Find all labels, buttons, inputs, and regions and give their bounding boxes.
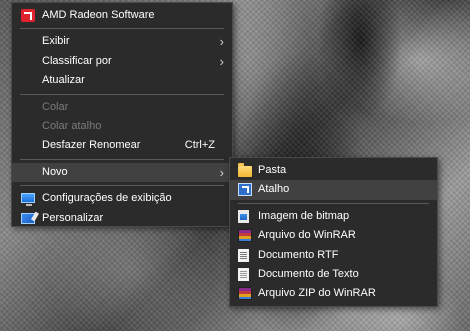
menu-item-classificar-por[interactable]: Classificar por ›: [12, 52, 232, 71]
submenu-item-pasta[interactable]: Pasta: [230, 161, 437, 180]
menu-item-label: Configurações de exibição: [42, 192, 172, 205]
menu-item-configuracoes-de-exibicao[interactable]: Configurações de exibição: [12, 189, 232, 208]
menu-item-colar: Colar: [12, 98, 232, 117]
menu-item-label: Arquivo do WinRAR: [258, 229, 356, 242]
menu-item-label: Colar atalho: [42, 119, 102, 132]
submenu-item-documento-de-texto[interactable]: Documento de Texto: [230, 265, 437, 284]
menu-item-label: Pasta: [258, 164, 287, 176]
folder-icon: [238, 163, 252, 177]
desktop-wallpaper[interactable]: AMD Radeon Software Exibir › Classificar…: [0, 0, 470, 331]
novo-submenu: Pasta Atalho Imagem de bitmap Arquivo do…: [229, 157, 438, 307]
chevron-right-icon: ›: [219, 164, 224, 180]
menu-item-label: Imagem de bitmap: [258, 209, 350, 222]
menu-item-atualizar[interactable]: Atualizar: [12, 71, 232, 90]
menu-item-label: Atalho: [258, 183, 290, 196]
menu-item-label: Documento de Texto: [258, 267, 359, 280]
keyboard-shortcut: Ctrl+Z: [184, 139, 215, 152]
menu-item-label: Desfazer Renomear: [42, 139, 141, 152]
chevron-right-icon: ›: [219, 34, 224, 50]
submenu-item-documento-rtf[interactable]: Documento RTF: [230, 246, 437, 265]
submenu-item-atalho[interactable]: Atalho: [230, 180, 437, 200]
menu-item-label: AMD Radeon Software: [42, 9, 155, 21]
submenu-item-arquivo-do-winrar[interactable]: Arquivo do WinRAR: [230, 226, 437, 245]
menu-item-label: Documento RTF: [258, 248, 339, 261]
text-document-icon: [238, 267, 249, 281]
menu-separator: [20, 28, 224, 30]
menu-separator: [238, 202, 429, 204]
rtf-document-icon: [238, 248, 249, 262]
menu-item-label: Arquivo ZIP do WinRAR: [258, 287, 376, 300]
display-settings-icon: [21, 193, 35, 207]
personalize-icon: [21, 212, 35, 224]
menu-item-desfazer-renomear[interactable]: Desfazer Renomear Ctrl+Z: [12, 136, 232, 155]
menu-item-personalizar[interactable]: Personalizar: [12, 209, 232, 228]
menu-item-label: Novo: [42, 165, 68, 178]
menu-item-label: Atualizar: [42, 74, 85, 87]
menu-item-label: Classificar por: [42, 54, 112, 67]
submenu-item-imagem-de-bitmap[interactable]: Imagem de bitmap: [230, 207, 437, 226]
menu-item-novo[interactable]: Novo ›: [12, 162, 232, 183]
menu-separator: [20, 93, 224, 95]
chevron-right-icon: ›: [219, 53, 224, 69]
menu-item-label: Colar: [42, 100, 69, 113]
menu-item-exibir[interactable]: Exibir ›: [12, 32, 232, 51]
winrar-zip-icon: [238, 287, 252, 301]
winrar-icon: [238, 229, 252, 243]
menu-item-label: Exibir: [42, 35, 70, 48]
submenu-item-arquivo-zip-do-winrar[interactable]: Arquivo ZIP do WinRAR: [230, 284, 437, 303]
desktop-context-menu: AMD Radeon Software Exibir › Classificar…: [11, 2, 233, 227]
amd-icon: [21, 9, 35, 22]
menu-separator: [20, 185, 224, 187]
shortcut-icon: [238, 183, 252, 197]
menu-item-colar-atalho: Colar atalho: [12, 117, 232, 136]
bitmap-icon: [238, 209, 249, 223]
menu-item-amd-radeon-software[interactable]: AMD Radeon Software: [12, 6, 232, 25]
menu-item-label: Personalizar: [42, 211, 104, 224]
menu-separator: [20, 158, 224, 160]
